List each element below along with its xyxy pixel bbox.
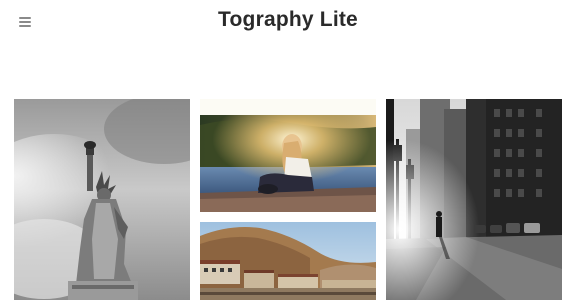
statue-of-liberty-photo [14, 99, 190, 300]
gallery-item-town[interactable] [200, 222, 376, 300]
gallery-item-statue[interactable] [14, 99, 190, 300]
gallery-item-street[interactable] [386, 99, 562, 300]
photo-padding [200, 99, 376, 115]
photo-gallery [0, 0, 576, 300]
hillside-town-photo [200, 222, 376, 300]
city-street-photo [386, 99, 562, 300]
gallery-item-girl[interactable] [200, 99, 376, 212]
girl-sunset-photo [200, 115, 376, 212]
